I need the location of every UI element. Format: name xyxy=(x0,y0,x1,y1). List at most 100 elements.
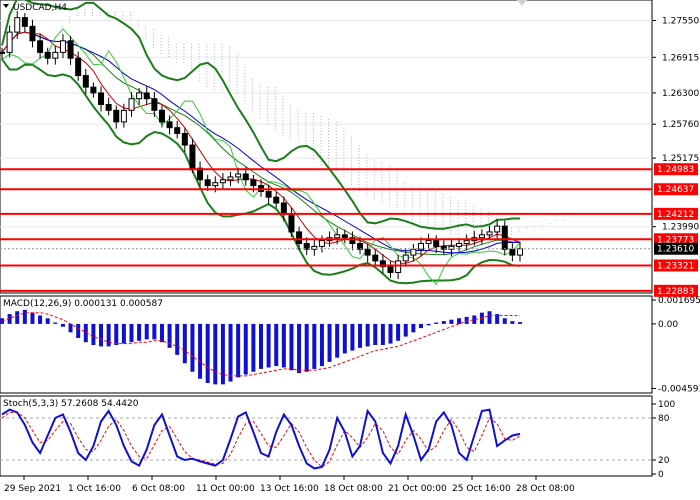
price-tick-label: 1.26300 xyxy=(662,89,699,99)
candle-body xyxy=(288,214,295,233)
candle-body xyxy=(318,240,325,247)
macd-bar xyxy=(91,323,96,345)
macd-bar xyxy=(418,323,423,329)
macd-bar xyxy=(426,323,431,326)
macd-bar xyxy=(388,323,393,344)
macd-panel[interactable] xyxy=(0,295,653,394)
candle-body xyxy=(433,240,440,247)
price-axis: 1.27550 1.26915 1.26300 1.25760 1.25175 1.239… xyxy=(652,17,699,297)
time-tick-label: 29 Sep 2021 xyxy=(4,484,61,494)
macd-bar xyxy=(38,315,43,324)
macd-bar xyxy=(137,323,142,341)
macd-bar xyxy=(30,312,35,324)
time-tick-label: 11 Oct 00:00 xyxy=(196,484,255,494)
candle-body xyxy=(395,260,402,273)
candle-body xyxy=(341,234,348,239)
price-level-label: 1.24212 xyxy=(657,210,694,220)
candle-body xyxy=(463,240,470,245)
macd-bar xyxy=(434,322,439,324)
price-tick-label: 1.25175 xyxy=(662,154,699,164)
macd-bar xyxy=(15,311,20,324)
candle-body xyxy=(21,17,28,27)
macd-bar xyxy=(380,323,385,345)
price-level-label: 1.23321 xyxy=(657,261,694,271)
macd-bar xyxy=(251,323,256,372)
symbol-title: USDCAD,H4 xyxy=(13,3,67,13)
macd-bar xyxy=(373,323,378,345)
candle-body xyxy=(509,248,516,256)
macd-bar xyxy=(266,323,271,368)
stoch-tick-label: 100 xyxy=(658,400,675,410)
price-tick-label: 1.26915 xyxy=(662,53,699,63)
macd-bar xyxy=(274,323,279,367)
macd-tick-label: 0.00 xyxy=(658,320,678,330)
macd-bar xyxy=(327,323,332,362)
candle-body xyxy=(29,25,36,42)
candle-body xyxy=(151,98,158,111)
macd-bar xyxy=(289,323,294,371)
macd-bar xyxy=(449,319,454,324)
price-tick-label: 1.25760 xyxy=(662,120,699,130)
candle-body xyxy=(44,51,51,59)
candle-body xyxy=(494,225,501,233)
macd-bar xyxy=(175,323,180,355)
macd-bar xyxy=(487,311,492,324)
candle-body xyxy=(410,248,417,256)
macd-bar xyxy=(205,323,210,383)
macd-bar xyxy=(411,323,416,333)
macd-bar xyxy=(304,323,309,372)
stoch-label: Stoch(5,3,3) 57.2608 54.4420 xyxy=(3,399,139,409)
macd-bar xyxy=(510,321,515,324)
candle-body xyxy=(227,176,234,181)
macd-bar xyxy=(76,323,81,338)
candle-body xyxy=(204,179,211,187)
macd-bar xyxy=(365,323,370,347)
price-level-label: 1.24637 xyxy=(657,185,694,195)
macd-bar xyxy=(22,309,27,324)
candle-body xyxy=(372,254,379,262)
candle-body xyxy=(120,109,127,123)
macd-bar xyxy=(144,323,149,340)
current-price-label: 1.23610 xyxy=(657,245,694,255)
candle-body xyxy=(425,240,432,245)
candle-body xyxy=(90,86,97,94)
time-tick-label: 18 Oct 08:00 xyxy=(324,484,383,494)
time-axis: 29 Sep 2021 1 Oct 16:00 6 Oct 08:00 11 Oct … xyxy=(4,476,575,494)
macd-bar xyxy=(198,323,203,379)
candle-body xyxy=(280,202,287,216)
candle-body xyxy=(235,173,242,178)
macd-bar xyxy=(518,322,522,324)
candle-body xyxy=(113,109,120,123)
candle-body xyxy=(486,231,493,236)
candle-body xyxy=(219,179,226,184)
macd-bar xyxy=(114,323,119,345)
macd-bar xyxy=(502,318,507,324)
stoch-tick-label: 80 xyxy=(658,414,670,424)
time-tick-label: 13 Oct 16:00 xyxy=(260,484,319,494)
candle-body xyxy=(143,92,150,100)
macd-bar xyxy=(106,323,111,347)
candle-body xyxy=(67,40,74,59)
candle-body xyxy=(334,234,341,239)
macd-bar xyxy=(350,323,355,351)
price-tick-label: 1.27550 xyxy=(662,17,699,27)
time-tick-label: 25 Oct 16:00 xyxy=(452,484,511,494)
candle-body xyxy=(181,132,188,146)
macd-bar xyxy=(213,323,218,385)
macd-axis: 0.001695 0.00 -0.004591 xyxy=(652,296,700,394)
macd-bar xyxy=(228,323,233,382)
macd-bar xyxy=(220,323,225,385)
usdcad-h4-chart[interactable]: 1.27550 1.26915 1.26300 1.25760 1.25175 1.239… xyxy=(0,0,700,500)
candle-body xyxy=(82,75,89,88)
candle-body xyxy=(456,243,463,247)
macd-bar xyxy=(68,323,73,333)
macd-bar xyxy=(129,323,134,343)
macd-tick-label: 0.001695 xyxy=(658,296,700,306)
macd-bar xyxy=(335,323,340,358)
candle-body xyxy=(174,127,181,134)
macd-bar xyxy=(60,323,65,327)
macd-bar xyxy=(342,323,347,354)
candle-body xyxy=(52,51,59,59)
time-tick-label: 21 Oct 00:00 xyxy=(388,484,447,494)
candle-body xyxy=(136,92,143,100)
